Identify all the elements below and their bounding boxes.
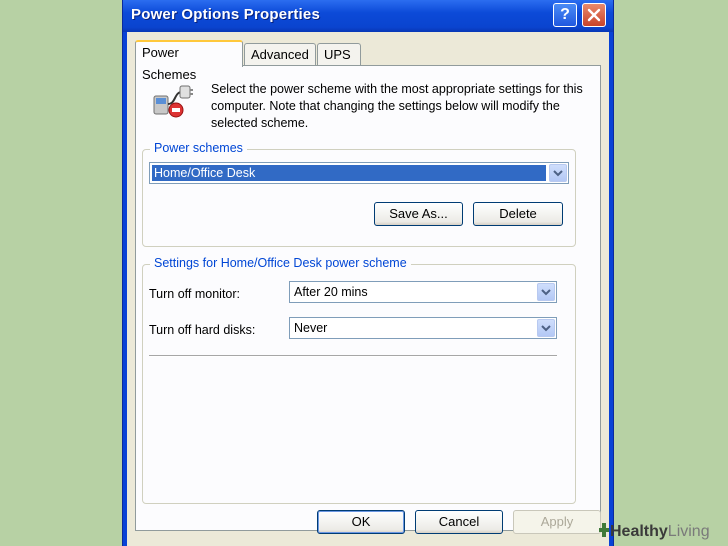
watermark: HealthyLiving [598,522,710,541]
power-plug-icon [153,85,193,118]
tab-advanced[interactable]: Advanced [244,43,316,65]
chevron-down-icon [541,324,551,331]
selected-highlight: Home/Office Desk [152,165,546,181]
tab-power-schemes[interactable]: Power Schemes [135,40,243,82]
save-as-button[interactable]: Save As... [374,202,463,226]
intro-text: Select the power scheme with the most ap… [211,82,583,130]
dialog-window: Power Options Properties ? Power Schemes… [122,0,614,546]
monitor-dropdown-button[interactable] [537,283,555,301]
power-scheme-value: Home/Office Desk [154,166,256,180]
power-schemes-group: Power schemes Home/Office Desk Save As..… [142,141,576,247]
apply-button[interactable]: Apply [513,510,601,534]
window-title: Power Options Properties [131,6,321,23]
hard-disks-label: Turn off hard disks: [149,323,256,337]
settings-divider [149,355,557,357]
dialog-client: Power Schemes Advanced UPS Select the po… [127,32,609,546]
watermark-suffix: Living [667,523,710,540]
settings-label: Settings for Home/Office Desk power sche… [150,256,411,270]
power-schemes-label: Power schemes [150,141,247,155]
tab-ups[interactable]: UPS [317,43,361,65]
hard-disks-dropdown-button[interactable] [537,319,555,337]
monitor-select[interactable]: After 20 mins [289,281,557,303]
watermark-brand: Healthy [610,523,668,540]
power-scheme-dropdown-button[interactable] [549,164,567,182]
help-icon: ? [560,6,570,23]
hard-disks-select[interactable]: Never [289,317,557,339]
monitor-label: Turn off monitor: [149,287,241,301]
settings-group: Settings for Home/Office Desk power sche… [142,256,576,504]
chevron-down-icon [541,288,551,295]
power-scheme-select[interactable]: Home/Office Desk [149,162,569,184]
cross-icon [599,523,609,537]
ok-button[interactable]: OK [317,510,405,534]
tab-panel: Select the power scheme with the most ap… [135,65,601,531]
title-bar[interactable]: Power Options Properties ? [123,0,613,32]
monitor-value: After 20 mins [294,285,368,299]
close-button[interactable] [582,3,606,27]
hard-disks-value: Never [294,321,328,335]
close-icon [587,8,601,22]
chevron-down-icon [553,169,563,176]
delete-button[interactable]: Delete [473,202,563,226]
help-button[interactable]: ? [553,3,577,27]
cancel-button[interactable]: Cancel [415,510,503,534]
